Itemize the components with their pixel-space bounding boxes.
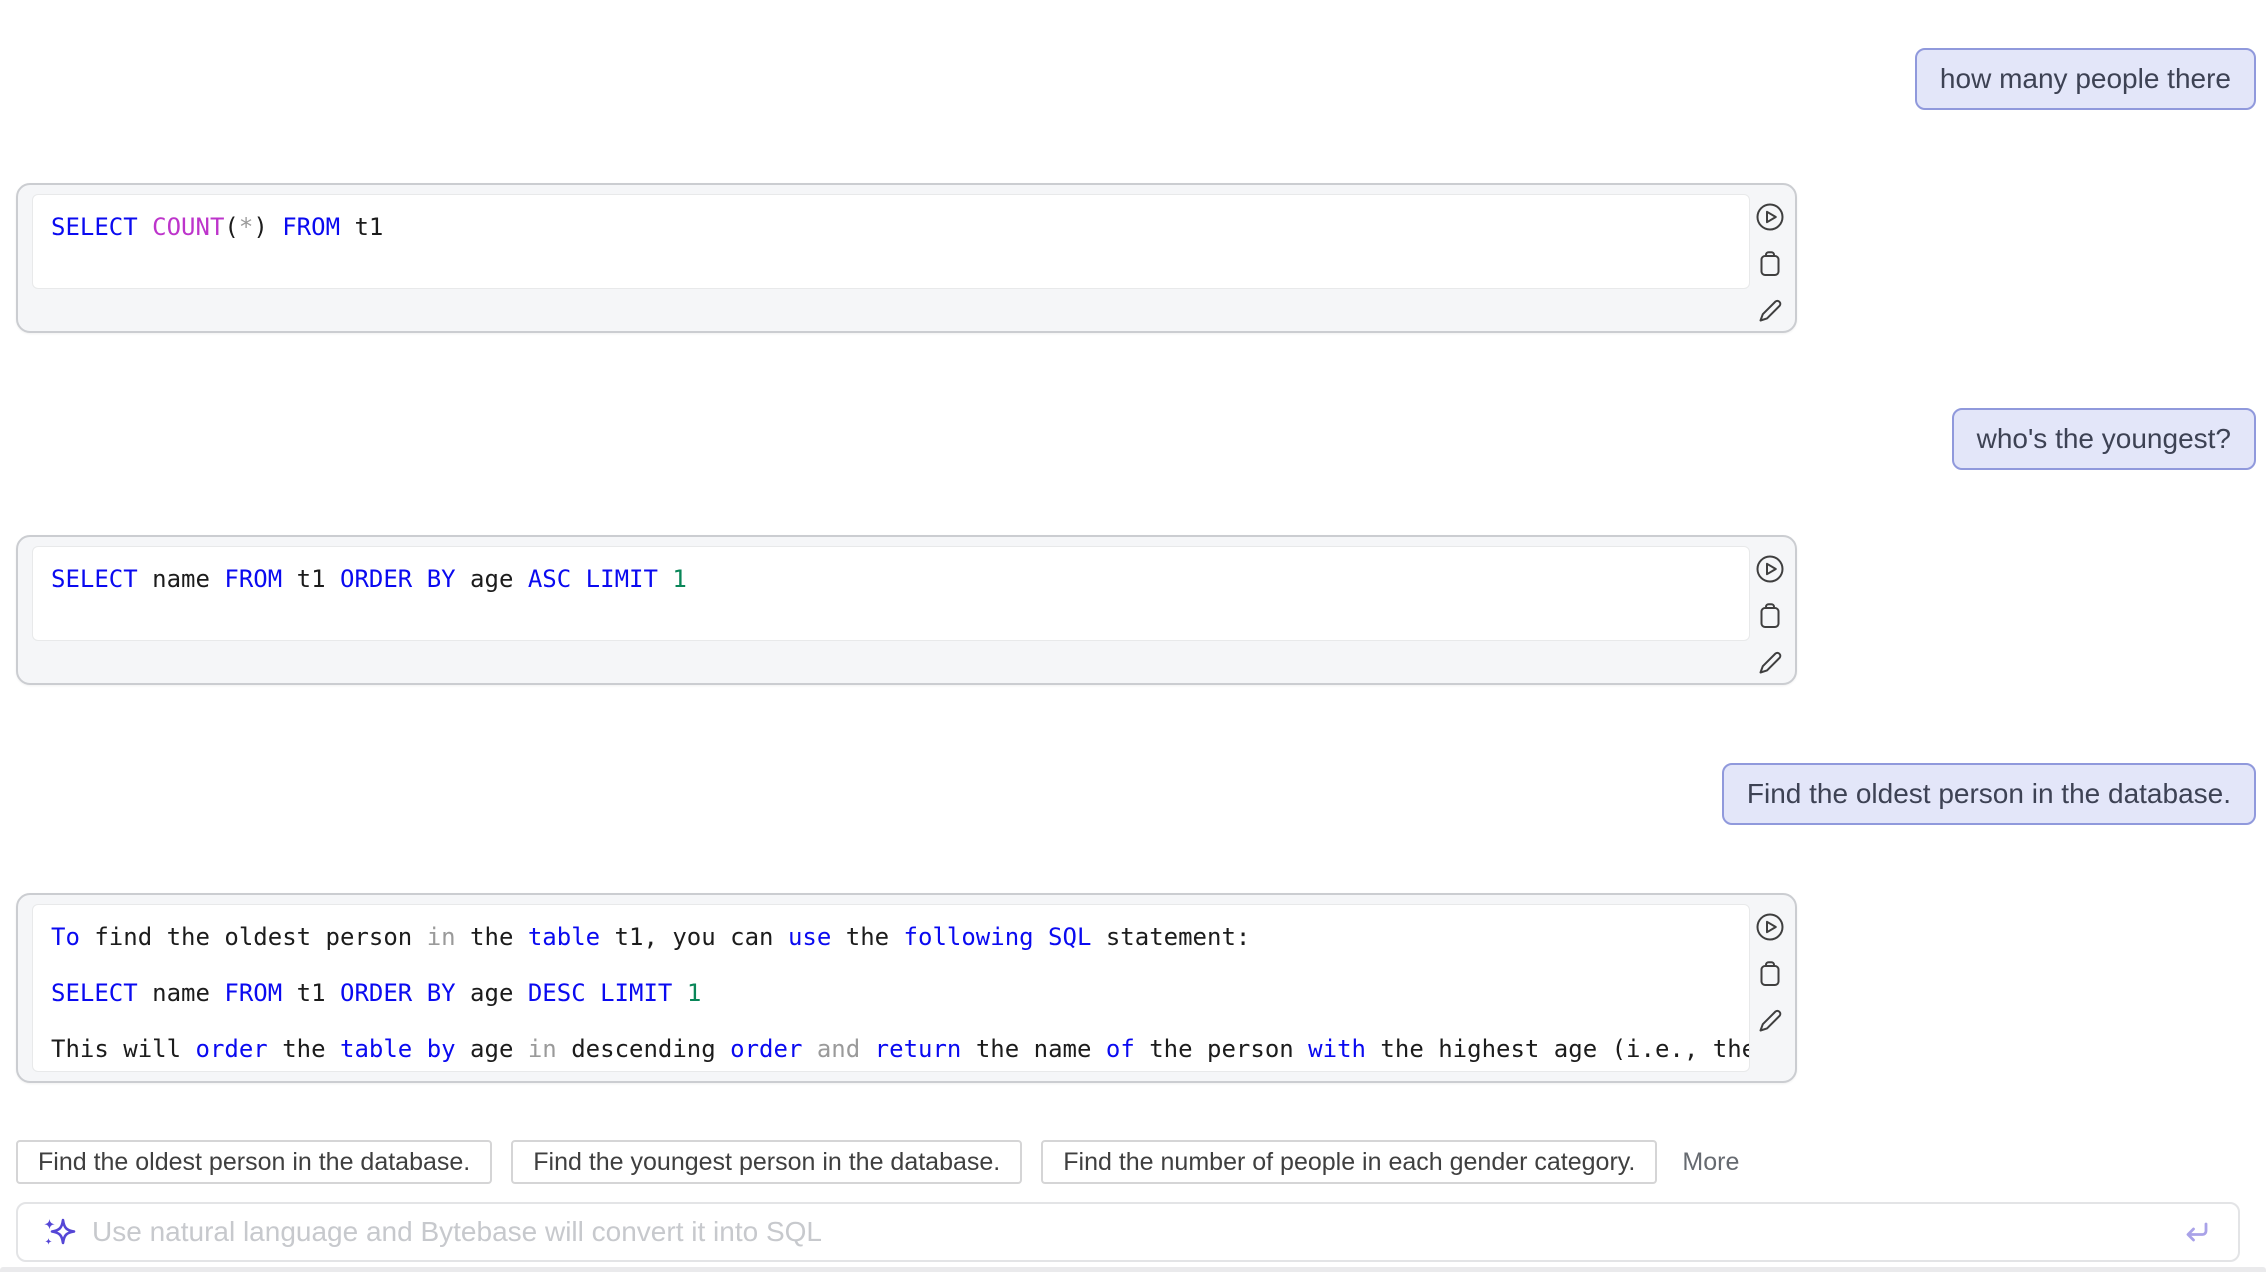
- code-actions: [1754, 201, 1786, 327]
- sql-response-block: SELECT COUNT(*) FROM t1: [16, 183, 1797, 333]
- clipboard-icon: [1754, 600, 1786, 632]
- code-actions: [1754, 911, 1786, 1037]
- copy-sql-button[interactable]: [1754, 600, 1786, 632]
- play-circle-icon: [1754, 201, 1786, 233]
- composer-bar: [16, 1202, 2240, 1262]
- user-message-bubble: how many people there: [1915, 48, 2256, 110]
- bottom-panel-edge: [0, 1267, 2266, 1272]
- suggestion-youngest-person[interactable]: Find the youngest person in the database…: [511, 1140, 1022, 1184]
- sql-response-block: SELECT name FROM t1 ORDER BY age ASC LIM…: [16, 535, 1797, 685]
- run-query-button[interactable]: [1754, 201, 1786, 233]
- code-actions: [1754, 553, 1786, 679]
- copy-sql-button[interactable]: [1754, 958, 1786, 990]
- pencil-icon: [1754, 295, 1786, 327]
- sql-code-editor[interactable]: SELECT COUNT(*) FROM t1: [32, 194, 1750, 289]
- play-circle-icon: [1754, 911, 1786, 943]
- edit-sql-button[interactable]: [1754, 647, 1786, 679]
- natural-language-input[interactable]: [92, 1216, 2180, 1248]
- pencil-icon: [1754, 647, 1786, 679]
- edit-sql-button[interactable]: [1754, 295, 1786, 327]
- bytebase-ai-chat-panel: how many people there SELECT COUNT(*) FR…: [0, 0, 2266, 1274]
- clipboard-icon: [1754, 248, 1786, 280]
- copy-sql-button[interactable]: [1754, 248, 1786, 280]
- play-circle-icon: [1754, 553, 1786, 585]
- ai-sparkles-icon: [40, 1213, 78, 1251]
- suggestion-oldest-person[interactable]: Find the oldest person in the database.: [16, 1140, 492, 1184]
- sql-code-editor[interactable]: SELECT name FROM t1 ORDER BY age ASC LIM…: [32, 546, 1750, 641]
- suggestion-gender-count[interactable]: Find the number of people in each gender…: [1041, 1140, 1657, 1184]
- clipboard-icon: [1754, 958, 1786, 990]
- more-suggestions-button[interactable]: More: [1676, 1148, 1745, 1177]
- user-message-bubble: who's the youngest?: [1952, 408, 2256, 470]
- suggestion-row: Find the oldest person in the database. …: [16, 1140, 1745, 1184]
- return-arrow-icon[interactable]: [2180, 1216, 2212, 1248]
- pencil-icon: [1754, 1005, 1786, 1037]
- sql-code-editor[interactable]: To find the oldest person in the table t…: [32, 904, 1750, 1072]
- sql-response-block: To find the oldest person in the table t…: [16, 893, 1797, 1083]
- user-message-bubble: Find the oldest person in the database.: [1722, 763, 2256, 825]
- run-query-button[interactable]: [1754, 911, 1786, 943]
- edit-sql-button[interactable]: [1754, 1005, 1786, 1037]
- run-query-button[interactable]: [1754, 553, 1786, 585]
